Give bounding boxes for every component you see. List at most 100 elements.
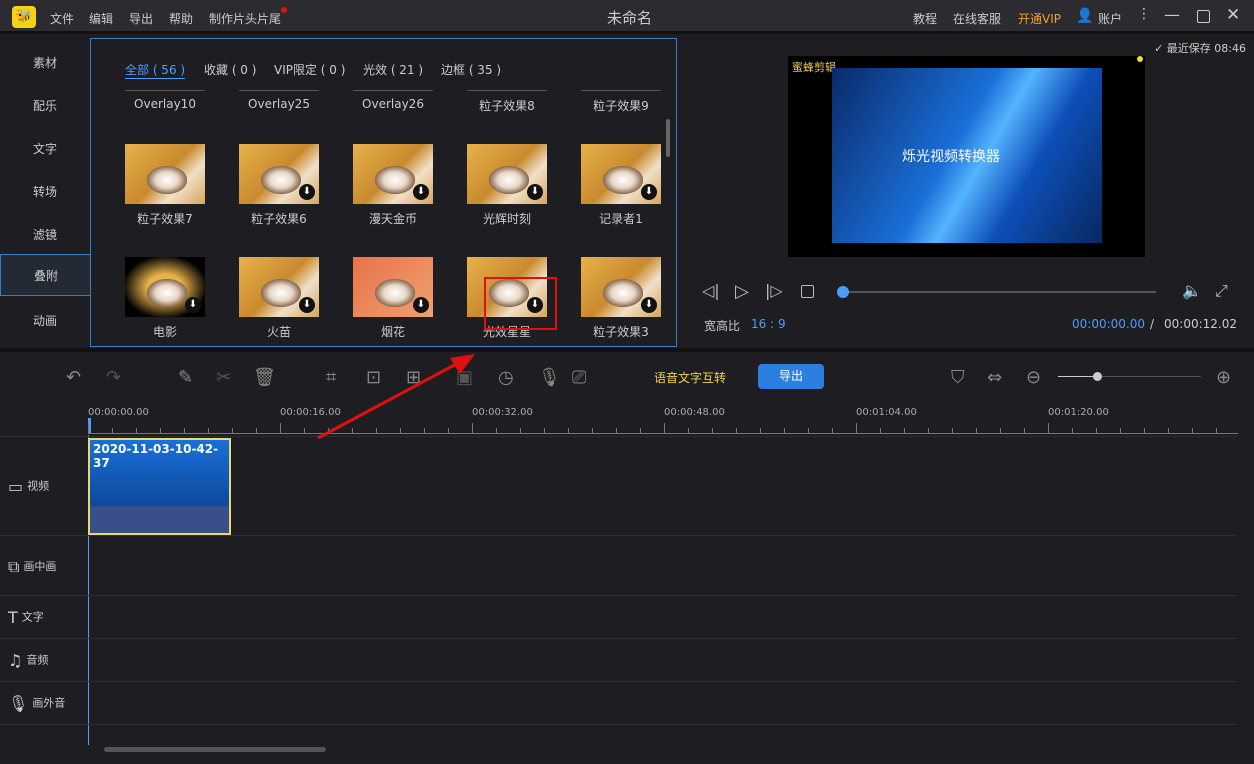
play-button[interactable]: ▷ <box>735 281 749 302</box>
cut-icon[interactable]: ✂ <box>216 367 231 388</box>
library-item[interactable]: ⬇ 粒子效果3 <box>581 257 661 340</box>
menu-help[interactable]: 帮助 <box>169 10 193 27</box>
sidebar-item-transition[interactable]: 转场 <box>0 171 90 213</box>
stop-button[interactable] <box>801 285 814 298</box>
preview-screen: 蜜蜂剪辑 烁光视频转换器 <box>788 56 1145 257</box>
marker-icon[interactable]: ⛉ <box>951 367 965 388</box>
ratio-value[interactable]: 16 : 9 <box>751 317 786 331</box>
library-item[interactable]: ⬇ 火苗 <box>239 257 319 340</box>
item-label: 记录者1 <box>599 212 643 226</box>
sidebar-item-materials[interactable]: 素材 <box>0 42 90 84</box>
tab-all[interactable]: 全部 ( 56 ) <box>125 61 186 79</box>
ruler-tick <box>304 428 305 433</box>
maximize-button[interactable] <box>1197 10 1210 23</box>
undo-icon[interactable]: ↶ <box>66 367 81 388</box>
next-frame-button[interactable]: |▷ <box>765 281 783 300</box>
playback-slider[interactable] <box>842 291 1156 293</box>
close-button[interactable]: ✕ <box>1226 5 1240 25</box>
download-icon[interactable]: ⬇ <box>527 184 543 200</box>
minimize-button[interactable]: — <box>1164 5 1180 24</box>
ruler-tick <box>712 428 713 433</box>
library-item[interactable]: ⬇ 粒子效果6 <box>239 144 319 227</box>
support-link[interactable]: 在线客服 <box>953 10 1001 27</box>
watermark: 蜜蜂剪辑 <box>792 61 836 74</box>
video-frame: 烁光视频转换器 <box>832 68 1102 243</box>
duration-icon[interactable]: ◷ <box>498 367 514 388</box>
item-thumbnail: ⬇ <box>353 257 433 317</box>
download-icon[interactable]: ⬇ <box>413 297 429 313</box>
download-icon[interactable]: ⬇ <box>641 184 657 200</box>
fit-icon[interactable]: ⇔ <box>987 367 1002 388</box>
track-text: T 文字 <box>0 597 1237 639</box>
library-item[interactable]: 粒子效果8 <box>467 90 547 114</box>
record-icon[interactable]: 🎙 <box>538 367 561 388</box>
ruler-tick <box>1072 428 1073 433</box>
video-track-icon: ▭ <box>8 477 24 496</box>
ruler-tick <box>1168 428 1169 433</box>
ruler-tick <box>928 428 929 433</box>
menu-file[interactable]: 文件 <box>50 10 74 27</box>
track-label-video: ▭ 视频 <box>8 477 50 496</box>
export-button[interactable]: 导出 <box>758 364 824 389</box>
menu-export[interactable]: 导出 <box>129 10 153 27</box>
library-item[interactable]: ⬇ 烟花 <box>353 257 433 340</box>
fullscreen-icon[interactable]: ⤢ <box>1215 281 1228 301</box>
tab-frame[interactable]: 边框 ( 35 ) <box>441 61 501 78</box>
tab-vip[interactable]: VIP限定 ( 0 ) <box>274 61 345 78</box>
tab-favorites[interactable]: 收藏 ( 0 ) <box>204 61 256 78</box>
library-item[interactable]: Overlay25 <box>239 90 319 111</box>
zoom-in-icon[interactable]: ⊕ <box>1216 367 1231 388</box>
library-scrollbar[interactable] <box>666 119 670 157</box>
ruler-tick <box>1000 428 1001 433</box>
account-link[interactable]: 账户 <box>1098 10 1122 27</box>
track-audio: ♫ 音频 <box>0 640 1237 682</box>
sidebar-item-music[interactable]: 配乐 <box>0 85 90 127</box>
sidebar-item-animation[interactable]: 动画 <box>0 300 90 342</box>
more-icon[interactable]: ⋮ <box>1137 6 1151 22</box>
save-status-text: 最近保存 08:46 <box>1166 42 1246 55</box>
tutorial-link[interactable]: 教程 <box>913 10 937 27</box>
library-item[interactable]: Overlay10 <box>125 90 205 111</box>
volume-icon[interactable]: 🔈 <box>1182 281 1202 300</box>
zoom-handle[interactable] <box>1093 372 1102 381</box>
playback-handle[interactable] <box>837 286 849 298</box>
tab-light[interactable]: 光效 ( 21 ) <box>363 61 423 78</box>
library-item[interactable]: ⬇ 记录者1 <box>581 144 661 227</box>
ruler-tick <box>184 428 185 433</box>
download-icon[interactable]: ⬇ <box>641 297 657 313</box>
track-label-voiceover: 🎙 画外音 <box>8 694 66 713</box>
video-clip[interactable]: 2020-11-03-10-42-37 <box>88 438 231 535</box>
ruler-tick <box>880 428 881 433</box>
download-icon[interactable]: ⬇ <box>299 297 315 313</box>
library-item[interactable]: ⬇ 电影 <box>125 257 205 340</box>
menu-edit[interactable]: 编辑 <box>89 10 113 27</box>
zoom-out-icon[interactable]: ⊖ <box>1026 367 1041 388</box>
redo-icon[interactable]: ↷ <box>106 367 121 388</box>
library-item[interactable]: ⬇ 漫天金币 <box>353 144 433 227</box>
prev-frame-button[interactable]: ◁| <box>702 281 720 300</box>
download-icon[interactable]: ⬇ <box>299 184 315 200</box>
library-item[interactable]: ⬇ 光辉时刻 <box>467 144 547 227</box>
library-item[interactable]: 粒子效果7 <box>125 144 205 227</box>
speech-text-button[interactable]: 语音文字互转 <box>654 369 726 386</box>
ruler-tick <box>664 423 665 433</box>
screen-icon[interactable]: ⎚ <box>572 367 586 388</box>
delete-icon[interactable]: 🗑 <box>253 367 276 388</box>
track-voiceover: 🎙 画外音 <box>0 683 1237 725</box>
download-icon[interactable]: ⬇ <box>413 184 429 200</box>
watermark-close-icon[interactable] <box>1137 56 1143 62</box>
sidebar-item-overlay[interactable]: 叠附 <box>0 254 91 296</box>
vip-link[interactable]: 开通VIP <box>1018 10 1061 27</box>
edit-icon[interactable]: ✎ <box>178 367 193 388</box>
sidebar-item-filter[interactable]: 滤镜 <box>0 214 90 256</box>
library-item[interactable]: 粒子效果9 <box>581 90 661 114</box>
app-logo: 🐝 <box>12 6 36 28</box>
sidebar-item-text[interactable]: 文字 <box>0 128 90 170</box>
zoom-slider[interactable] <box>1058 376 1201 377</box>
download-icon[interactable]: ⬇ <box>185 297 201 313</box>
library-item[interactable]: Overlay26 <box>353 90 433 111</box>
timeline-scrollbar[interactable] <box>104 747 326 752</box>
user-icon[interactable]: 👤 <box>1076 8 1093 24</box>
item-label: Overlay26 <box>362 97 424 111</box>
menu-intro-outro[interactable]: 制作片头片尾 <box>209 10 281 27</box>
